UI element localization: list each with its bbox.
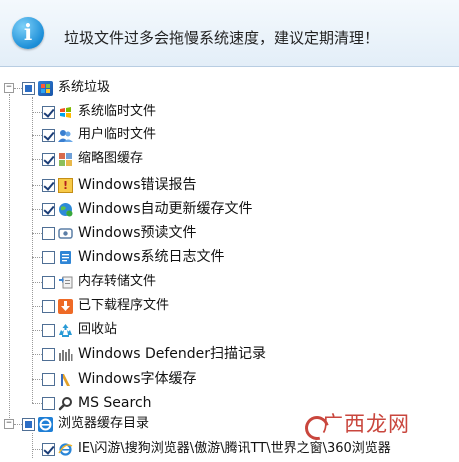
tree-connector xyxy=(32,433,33,458)
item-checkbox[interactable] xyxy=(42,178,55,192)
tree-item-label: Windows Defender扫描记录 xyxy=(78,346,267,362)
tree-item[interactable]: 系统临时文件 xyxy=(42,101,156,123)
user-icon xyxy=(58,128,73,143)
item-checkbox[interactable] xyxy=(42,226,55,240)
tree-item-label: Windows字体缓存 xyxy=(78,371,197,387)
tree-item-label: 系统临时文件 xyxy=(78,104,157,119)
tree-connector xyxy=(32,135,42,136)
tree-item-label: MS Search xyxy=(78,395,152,411)
cleanup-tree: − − 系统垃圾 系统临时文件 用户临时文件 缩略图缓存 ! Windows错误… xyxy=(0,0,459,458)
tree-connector xyxy=(32,282,42,283)
tree-item-label: Windows系统日志文件 xyxy=(78,249,225,265)
tree-group-label: 浏览器缓存目录 xyxy=(58,416,150,431)
tree-item[interactable]: 内存转储文件 xyxy=(42,271,156,293)
tree-connector xyxy=(32,112,42,113)
watermark: 广西龙网 xyxy=(322,412,410,436)
tree-connector xyxy=(32,159,42,160)
download-icon xyxy=(58,298,73,314)
tree-item[interactable]: ! Windows错误报告 xyxy=(42,174,197,196)
item-checkbox[interactable] xyxy=(42,323,55,337)
tree-item-label: 用户临时文件 xyxy=(78,127,157,142)
tree-item-label: 内存转储文件 xyxy=(78,274,157,289)
tree-connector xyxy=(32,449,42,450)
tree-item[interactable]: MS Search xyxy=(42,392,152,414)
item-checkbox[interactable] xyxy=(42,396,55,410)
tree-item-label: Windows预读文件 xyxy=(78,225,197,241)
tree-item[interactable]: IE\闪游\搜狗浏览器\傲游\腾讯TT\世界之窗\360浏览器 xyxy=(42,438,391,460)
tree-group-system-junk[interactable]: 系统垃圾 xyxy=(22,77,110,99)
tree-group-label: 系统垃圾 xyxy=(58,80,111,95)
tree-item-label: Windows自动更新缓存文件 xyxy=(78,201,253,217)
item-checkbox[interactable] xyxy=(42,152,55,166)
tree-connector xyxy=(14,88,22,89)
collapse-toggle-browser-cache[interactable]: − xyxy=(4,419,14,429)
item-checkbox[interactable] xyxy=(42,202,55,216)
windows-logo-icon xyxy=(38,80,53,96)
tree-item-label: Windows错误报告 xyxy=(78,177,197,193)
item-checkbox[interactable] xyxy=(42,128,55,142)
log-icon xyxy=(58,250,73,265)
tree-item-label: IE\闪游\搜狗浏览器\傲游\腾讯TT\世界之窗\360浏览器 xyxy=(78,441,391,456)
collapse-toggle-system-junk[interactable]: − xyxy=(4,83,14,93)
tree-connector xyxy=(32,97,33,403)
tree-item-label: 回收站 xyxy=(78,322,118,337)
warning-icon: ! xyxy=(58,177,73,193)
thumbnail-icon xyxy=(58,152,73,167)
item-checkbox[interactable] xyxy=(42,442,55,456)
update-globe-icon xyxy=(58,202,73,217)
tree-item[interactable]: Windows Defender扫描记录 xyxy=(42,343,266,365)
font-icon xyxy=(58,372,73,387)
group-checkbox[interactable] xyxy=(22,81,35,95)
prefetch-icon xyxy=(58,226,73,241)
group-checkbox[interactable] xyxy=(22,417,35,431)
tree-item[interactable]: 已下载程序文件 xyxy=(42,295,169,317)
tree-connector xyxy=(32,306,42,307)
item-checkbox[interactable] xyxy=(42,299,55,313)
search-icon xyxy=(58,396,73,411)
tree-connector xyxy=(32,354,42,355)
tree-connector xyxy=(14,424,22,425)
tree-connector xyxy=(32,209,42,210)
defender-icon xyxy=(58,347,73,362)
tree-connector xyxy=(32,403,42,404)
memory-dump-icon xyxy=(58,275,73,290)
recycle-bin-icon xyxy=(58,323,73,338)
tree-item[interactable]: Windows自动更新缓存文件 xyxy=(42,198,253,220)
item-checkbox[interactable] xyxy=(42,347,55,361)
tree-item[interactable]: 缩略图缓存 xyxy=(42,148,143,170)
tree-item[interactable]: Windows预读文件 xyxy=(42,222,197,244)
tree-item[interactable]: Windows字体缓存 xyxy=(42,368,197,390)
tree-connector xyxy=(9,94,10,422)
tree-connector xyxy=(32,330,42,331)
tree-item[interactable]: 用户临时文件 xyxy=(42,124,156,146)
tree-connector xyxy=(32,185,42,186)
tree-connector xyxy=(32,257,42,258)
item-checkbox[interactable] xyxy=(42,250,55,264)
tree-item-label: 已下载程序文件 xyxy=(78,298,170,313)
tree-item-label: 缩略图缓存 xyxy=(78,151,144,166)
item-checkbox[interactable] xyxy=(42,105,55,119)
tree-group-browser-cache[interactable]: 浏览器缓存目录 xyxy=(22,413,149,435)
tree-connector xyxy=(32,233,42,234)
ie-browser-icon xyxy=(58,442,73,457)
tree-connector xyxy=(32,379,42,380)
ie-browser-icon xyxy=(38,416,53,432)
tree-item[interactable]: Windows系统日志文件 xyxy=(42,246,225,268)
windows-flag-icon xyxy=(58,105,73,120)
item-checkbox[interactable] xyxy=(42,372,55,386)
item-checkbox[interactable] xyxy=(42,275,55,289)
tree-item[interactable]: 回收站 xyxy=(42,319,117,341)
